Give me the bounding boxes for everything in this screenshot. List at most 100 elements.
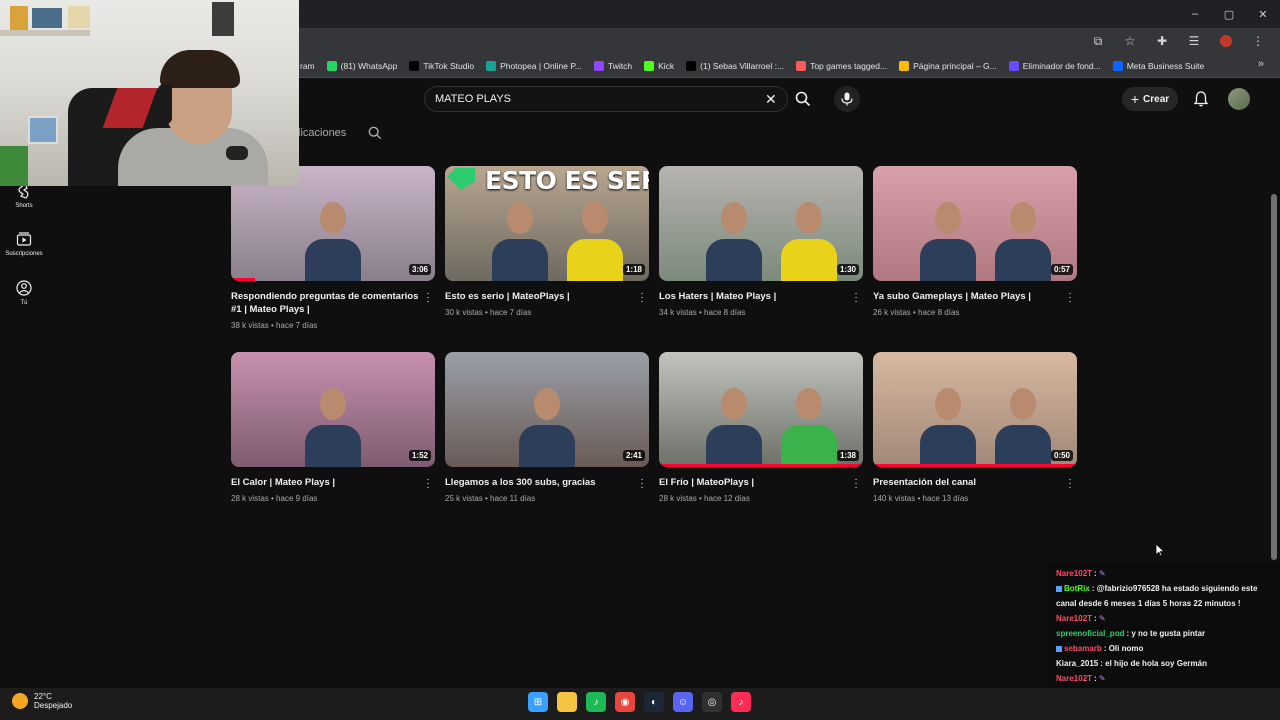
notifications-button[interactable] bbox=[1190, 88, 1212, 110]
video-metadata: 140 k vistas • hace 13 días bbox=[873, 494, 969, 503]
video-thumbnail[interactable]: 1:30 bbox=[659, 166, 863, 281]
page-scrollbar[interactable] bbox=[1271, 194, 1277, 560]
bookmark-item[interactable]: (81) WhatsApp bbox=[326, 61, 397, 71]
sidebar-item-you[interactable]: Tú bbox=[0, 280, 48, 306]
bookmark-star-icon[interactable]: ☆ bbox=[1116, 30, 1144, 52]
bookmark-item[interactable]: TikTok Studio bbox=[409, 61, 474, 71]
tiktok-icon[interactable]: ♪ bbox=[731, 692, 751, 712]
bookmark-item[interactable]: (1) Sebas Villarroel :... bbox=[686, 61, 784, 71]
chat-badge-icon bbox=[1056, 645, 1062, 652]
more-actions-icon[interactable]: · · · bbox=[853, 289, 859, 307]
create-button[interactable]: + Crear bbox=[1122, 87, 1178, 111]
video-card[interactable]: 1:38 El Frío | MateoPlays | 28 k vistas • … bbox=[659, 352, 863, 503]
voice-search-button[interactable] bbox=[834, 86, 860, 112]
steam-icon[interactable]: ◐ bbox=[644, 692, 664, 712]
video-duration: 1:30 bbox=[836, 264, 859, 275]
close-button[interactable]: ✕ bbox=[1246, 0, 1280, 28]
spotify-icon[interactable]: ♪ bbox=[586, 692, 606, 712]
video-thumbnail[interactable]: 2:41 bbox=[445, 352, 649, 467]
video-thumbnail[interactable]: 1:52 bbox=[231, 352, 435, 467]
media-control-icon[interactable]: ☰ bbox=[1180, 30, 1208, 52]
profile-icon[interactable] bbox=[1212, 30, 1240, 52]
video-title[interactable]: Presentación del canal bbox=[873, 476, 1077, 489]
bell-icon bbox=[1194, 91, 1208, 107]
more-actions-icon[interactable]: · · · bbox=[1067, 289, 1073, 307]
bookmark-label: TikTok Studio bbox=[423, 61, 475, 71]
video-title[interactable]: Llegamos a los 300 subs, gracias bbox=[445, 476, 649, 489]
more-actions-icon[interactable]: · · · bbox=[425, 475, 431, 493]
bookmark-item[interactable]: Top games tagged... bbox=[796, 61, 887, 71]
windows-taskbar: 22°C Despejado ⊞ ♪ ◉ ◐ ☺ ◎ ♪ bbox=[0, 688, 1280, 720]
bookmark-item[interactable]: ram bbox=[300, 61, 315, 71]
bookmark-item[interactable]: Meta Business Suite bbox=[1112, 61, 1204, 71]
video-duration: 2:41 bbox=[622, 450, 645, 461]
video-card[interactable]: 0:50 Presentación del canal 140 k vistas •… bbox=[873, 352, 1077, 503]
bookmark-favicon-icon bbox=[1008, 61, 1019, 71]
bookmark-favicon-icon bbox=[326, 61, 337, 71]
video-card[interactable]: 3:06 Respondiendo preguntas de comentario… bbox=[231, 166, 435, 330]
bookmarks-more-icon[interactable]: » bbox=[1258, 58, 1264, 70]
search-input[interactable]: MATEO PLAYS bbox=[435, 93, 511, 105]
video-card[interactable]: ESTO ES SERIO 1:18 Esto es serio | MateoPl… bbox=[445, 166, 649, 317]
video-card[interactable]: 1:52 El Calor | Mateo Plays | 28 k vistas … bbox=[231, 352, 435, 503]
video-card[interactable]: 1:30 Los Haters | Mateo Plays | 34 k vista… bbox=[659, 166, 863, 317]
bookmark-item[interactable]: Kick bbox=[644, 61, 674, 71]
bookmark-favicon-icon bbox=[1112, 61, 1123, 71]
video-card[interactable]: 0:57 Ya subo Gameplays | Mateo Plays | 26 … bbox=[873, 166, 1077, 317]
maximize-button[interactable]: ▢ bbox=[1212, 0, 1246, 28]
channel-search-button[interactable] bbox=[368, 126, 382, 145]
video-thumbnail[interactable]: 0:50 bbox=[873, 352, 1077, 467]
video-title[interactable]: Los Haters | Mateo Plays | bbox=[659, 290, 863, 303]
chat-username: Nare102T bbox=[1056, 674, 1093, 683]
chat-message: Nare102T: ✎ bbox=[1056, 569, 1106, 578]
search-box[interactable]: MATEO PLAYS ✕ bbox=[424, 86, 788, 112]
sidebar-item-subscriptions[interactable]: Suscripciones bbox=[0, 231, 48, 257]
more-actions-icon[interactable]: · · · bbox=[1067, 475, 1073, 493]
video-card[interactable]: 2:41 Llegamos a los 300 subs, gracias 25 k… bbox=[445, 352, 649, 503]
search-button[interactable] bbox=[790, 86, 816, 112]
video-thumbnail[interactable]: ESTO ES SERIO 1:18 bbox=[445, 166, 649, 281]
bookmark-item[interactable]: Página principal – G... bbox=[899, 61, 997, 71]
video-title[interactable]: Respondiendo preguntas de comentarios #1… bbox=[231, 290, 435, 316]
toolbar-icons: ⧉ ☆ ✚ ☰ ⋮ bbox=[1084, 28, 1272, 54]
discord-icon[interactable]: ☺ bbox=[673, 692, 693, 712]
chat-username: spreenoficial_pod bbox=[1056, 629, 1125, 638]
video-title[interactable]: El Frío | MateoPlays | bbox=[659, 476, 863, 489]
video-thumbnail[interactable]: 1:38 bbox=[659, 352, 863, 467]
browser-menu-icon[interactable]: ⋮ bbox=[1244, 30, 1272, 52]
video-title[interactable]: Ya subo Gameplays | Mateo Plays | bbox=[873, 290, 1077, 303]
more-actions-icon[interactable]: · · · bbox=[639, 289, 645, 307]
bookmark-label: Top games tagged... bbox=[810, 61, 888, 71]
video-title[interactable]: El Calor | Mateo Plays | bbox=[231, 476, 435, 489]
video-metadata: 25 k vistas • hace 11 días bbox=[445, 494, 536, 503]
sidebar-item-label: Tú bbox=[20, 300, 28, 306]
tab-publicaciones[interactable]: licaciones bbox=[298, 127, 346, 139]
minimize-button[interactable]: – bbox=[1178, 0, 1212, 28]
video-duration: 3:06 bbox=[408, 264, 431, 275]
windows-start-icon[interactable]: ⊞ bbox=[528, 692, 548, 712]
weather-condition: Despejado bbox=[34, 701, 73, 710]
extensions-icon[interactable]: ✚ bbox=[1148, 30, 1176, 52]
bookmark-favicon-icon bbox=[486, 61, 497, 71]
watch-progress-bar bbox=[231, 278, 256, 281]
video-title[interactable]: Esto es serio | MateoPlays | bbox=[445, 290, 649, 303]
file-explorer-icon[interactable] bbox=[557, 692, 577, 712]
weather-widget[interactable]: 22°C Despejado bbox=[12, 692, 72, 710]
bookmark-item[interactable]: Twitch bbox=[593, 61, 632, 71]
chrome-icon[interactable]: ◉ bbox=[615, 692, 635, 712]
video-metadata: 26 k vistas • hace 8 días bbox=[873, 308, 960, 317]
more-actions-icon[interactable]: · · · bbox=[425, 289, 431, 307]
obs-icon[interactable]: ◎ bbox=[702, 692, 722, 712]
bookmark-item[interactable]: Eliminador de fond... bbox=[1008, 61, 1101, 71]
more-actions-icon[interactable]: · · · bbox=[853, 475, 859, 493]
video-duration: 0:50 bbox=[1050, 450, 1073, 461]
account-avatar[interactable] bbox=[1228, 88, 1250, 110]
bookmark-item[interactable]: Photopea | Online P... bbox=[486, 61, 582, 71]
sidebar-item-shorts[interactable]: Shorts bbox=[0, 183, 48, 209]
more-actions-icon[interactable]: · · · bbox=[639, 475, 645, 493]
clear-search-icon[interactable]: ✕ bbox=[765, 91, 777, 108]
video-thumbnail[interactable]: 0:57 bbox=[873, 166, 1077, 281]
bookmark-list: ram (81) WhatsApp TikTok Studio Photopea | … bbox=[300, 54, 1204, 78]
window-controls: – ▢ ✕ bbox=[1178, 0, 1280, 28]
cast-icon[interactable]: ⧉ bbox=[1084, 30, 1112, 52]
